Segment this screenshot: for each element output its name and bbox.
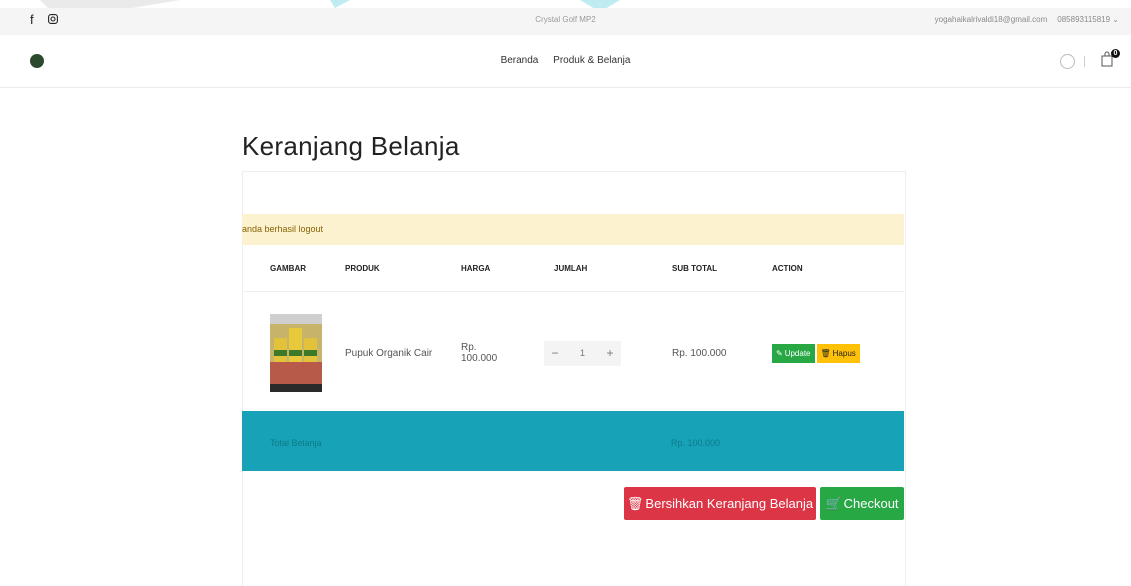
table-header-row: GAMBAR PRODUK HARGA JUMLAH SUB TOTAL ACT… [242,245,904,292]
quantity-stepper: − 1 + [544,340,621,366]
price-value: 100.000 [461,353,498,364]
cart-icon: 🛒 [825,495,842,511]
contact-info: yogahaikalrivaldi18@gmail.com 0858931158… [935,15,1119,24]
cart-count-badge: 0 [1111,49,1120,58]
main-nav: Beranda Produk & Belanja [0,55,1131,66]
column-header: JUMLAH [526,245,671,292]
product-price: Rp. 100.000 [460,292,526,415]
checkout-label: Checkout [843,496,899,511]
user-icon[interactable] [1060,54,1075,69]
clear-cart-label: Bersihkan Keranjang Belanja [645,496,814,511]
column-header: GAMBAR [242,245,344,292]
price-prefix: Rp. [461,342,477,353]
column-header: SUB TOTAL [671,245,771,292]
total-label: Total Belanja [270,438,322,448]
product-image [270,314,322,392]
trash-icon: 🗑 [820,348,831,358]
qty-decrease-button[interactable]: − [544,346,566,360]
alert-text: anda berhasil logout [242,224,324,234]
contact-phone-dropdown[interactable]: 085893115819 ⌄ [1057,15,1119,24]
update-button[interactable]: ✎ Update [772,343,815,363]
total-amount: Rp. 100.000 [671,438,721,448]
hapus-button[interactable]: 🗑 Hapus [816,343,860,363]
nav-item-produk-belanja[interactable]: Produk & Belanja [553,55,630,66]
cart-table: GAMBAR PRODUK HARGA JUMLAH SUB TOTAL ACT… [242,245,904,414]
checkout-button[interactable]: 🛒 Checkout [820,487,904,520]
trash-icon: 🗑 [626,495,644,511]
total-row: Total Belanja Rp. 100.000 [242,411,904,471]
table-row: Pupuk Organik Cair Rp. 100.000 − 1 + Rp.… [242,292,904,415]
contact-email[interactable]: yogahaikalrivaldi18@gmail.com [935,15,1048,24]
product-name: Pupuk Organik Cair [345,347,433,359]
top-bar: f Crystal Golf MP2 yogahaikalrivaldi18@g… [0,8,1131,35]
qty-input[interactable]: 1 [566,348,599,358]
column-header: HARGA [460,245,526,292]
column-header: ACTION [771,245,904,292]
header-divider [1084,56,1085,67]
qty-increase-button[interactable]: + [599,346,621,360]
nav-item-beranda[interactable]: Beranda [501,55,539,66]
alert-message: anda berhasil logout [242,214,904,245]
update-label: Update [784,348,811,358]
main-header: Beranda Produk & Belanja 0 [0,35,1131,88]
row-subtotal: Rp. 100.000 [672,347,727,359]
edit-icon: ✎ [776,348,783,358]
hapus-label: Hapus [832,348,856,358]
page-title: Keranjang Belanja [242,131,460,161]
column-header: PRODUK [344,245,460,292]
clear-cart-button[interactable]: 🗑 Bersihkan Keranjang Belanja [624,487,816,520]
